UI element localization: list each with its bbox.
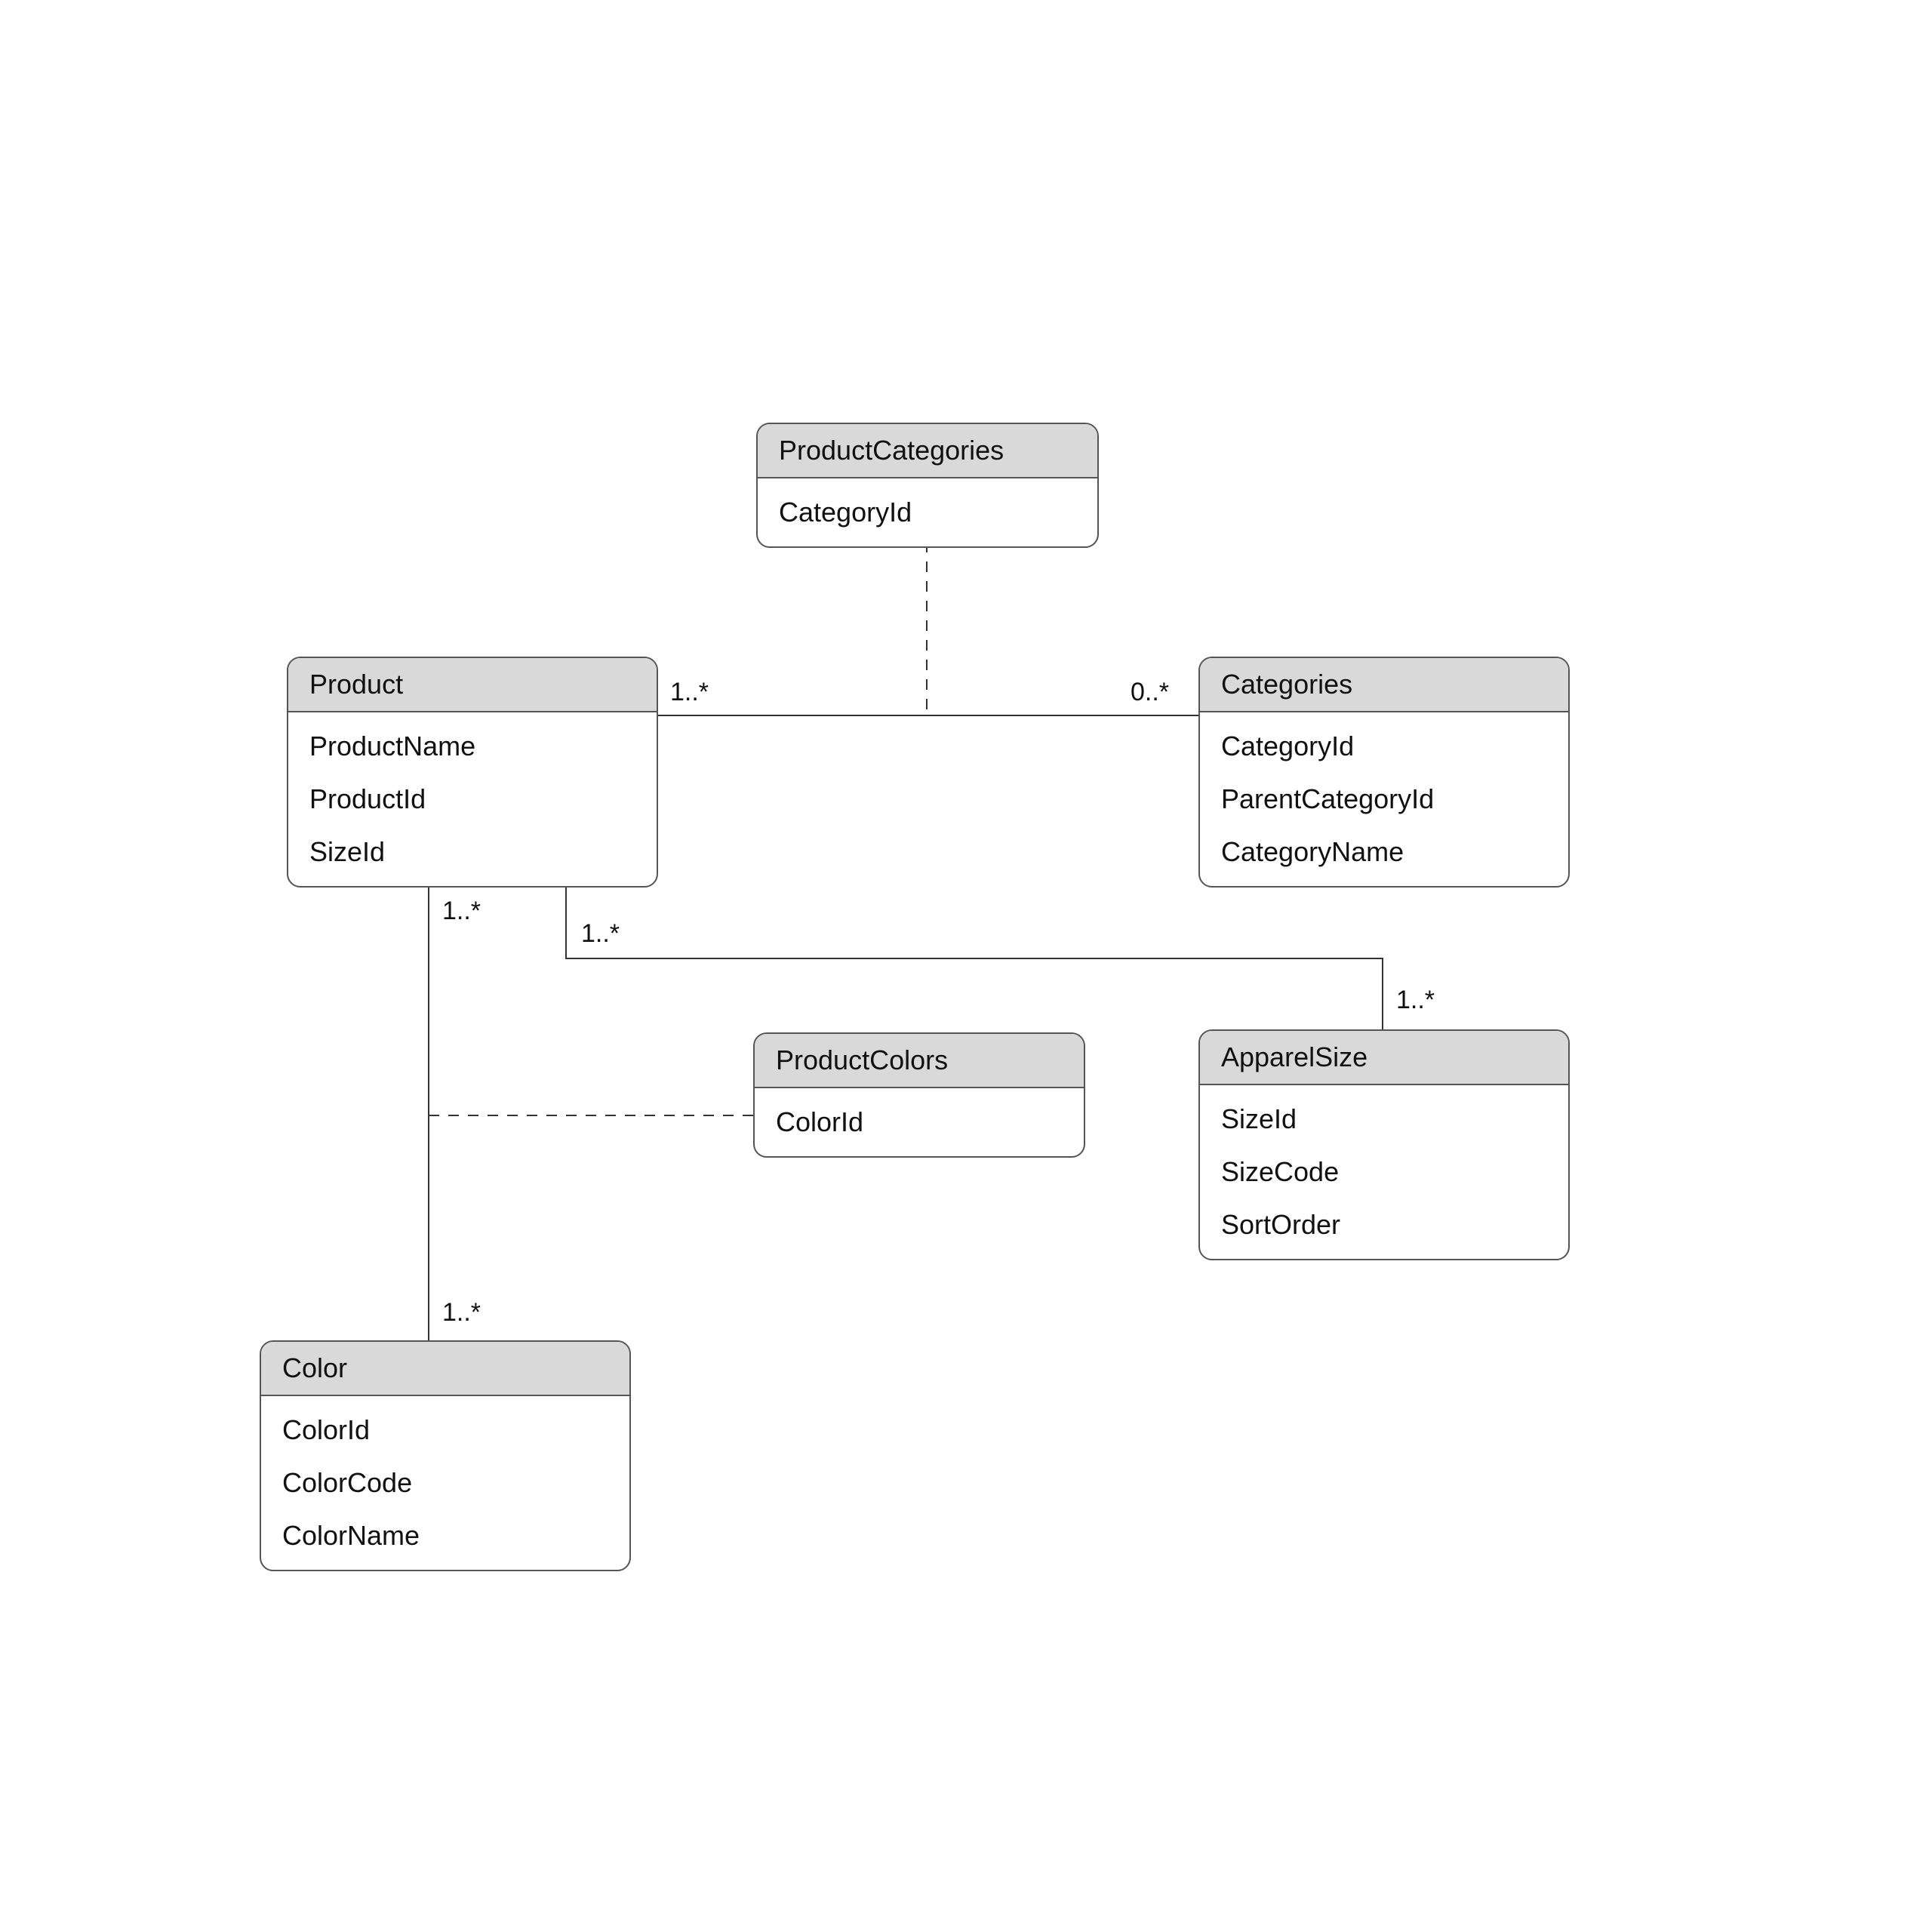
- entity-categories: Categories CategoryId ParentCategoryId C…: [1198, 657, 1570, 888]
- uml-canvas: ProductCategories CategoryId Product Pro…: [0, 0, 1932, 1932]
- entity-title: ApparelSize: [1200, 1031, 1568, 1085]
- entity-attribute: ColorCode: [282, 1457, 608, 1509]
- entity-title: Product: [288, 658, 657, 712]
- entity-attribute: SortOrder: [1221, 1198, 1547, 1251]
- entity-apparel-size: ApparelSize SizeId SizeCode SortOrder: [1198, 1029, 1570, 1260]
- entity-product: Product ProductName ProductId SizeId: [287, 657, 658, 888]
- entity-title: ProductColors: [755, 1034, 1084, 1088]
- entity-attribute: CategoryId: [779, 486, 1076, 539]
- multiplicity-label: 1..*: [442, 897, 481, 926]
- entity-attribute: CategoryName: [1221, 826, 1547, 878]
- multiplicity-label: 1..*: [442, 1298, 481, 1327]
- entity-product-categories: ProductCategories CategoryId: [756, 423, 1099, 548]
- connectors-layer: [0, 0, 1932, 1932]
- entity-attribute: SizeCode: [1221, 1146, 1547, 1198]
- multiplicity-label: 1..*: [581, 919, 620, 949]
- entity-attribute: SizeId: [1221, 1093, 1547, 1146]
- entity-title: Color: [261, 1342, 629, 1396]
- entity-attribute: ProductName: [309, 720, 635, 773]
- entity-attribute: ParentCategoryId: [1221, 773, 1547, 826]
- entity-attribute: CategoryId: [1221, 720, 1547, 773]
- entity-product-colors: ProductColors ColorId: [753, 1032, 1085, 1158]
- multiplicity-label: 1..*: [1396, 986, 1435, 1015]
- entity-attribute: ColorId: [776, 1096, 1063, 1149]
- entity-attribute: ColorName: [282, 1509, 608, 1562]
- entity-title: ProductCategories: [758, 424, 1097, 478]
- entity-attribute: ProductId: [309, 773, 635, 826]
- entity-color: Color ColorId ColorCode ColorName: [260, 1340, 631, 1571]
- multiplicity-label: 0..*: [1131, 678, 1169, 707]
- entity-attribute: ColorId: [282, 1404, 608, 1457]
- multiplicity-label: 1..*: [670, 678, 709, 707]
- entity-attribute: SizeId: [309, 826, 635, 878]
- entity-title: Categories: [1200, 658, 1568, 712]
